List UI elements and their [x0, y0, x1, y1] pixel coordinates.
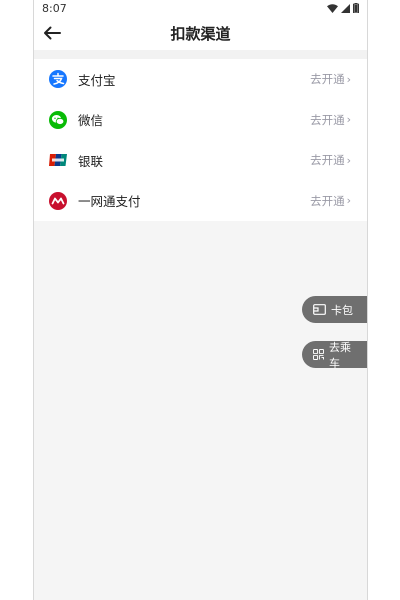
go-ride-button[interactable]: 去乘车: [302, 340, 367, 370]
open-label: 去开通: [310, 193, 345, 208]
chevron-right-icon: ›: [346, 113, 351, 127]
go-ride-label: 去乘车: [329, 340, 352, 370]
channel-label: 微信: [78, 113, 104, 129]
section-gap: [34, 50, 367, 59]
title-bar: 扣款渠道: [34, 16, 367, 50]
status-bar: 8:07: [34, 0, 367, 16]
card-wallet-button[interactable]: 卡包: [302, 296, 367, 323]
channel-row-alipay[interactable]: 支付宝 去开通 ›: [34, 59, 367, 100]
phone-screen: 8:07 扣款渠道 支付宝 去开通 › 微信 去开通 › 银联 去开通 › 一网…: [33, 0, 368, 600]
card-icon: [313, 304, 326, 315]
channel-row-cmb[interactable]: 一网通支付 去开通 ›: [34, 181, 367, 222]
page-title: 扣款渠道: [170, 24, 231, 43]
chevron-right-icon: ›: [346, 153, 351, 167]
channel-open-link[interactable]: 去开通 ›: [310, 193, 351, 209]
chevron-right-icon: ›: [346, 72, 351, 86]
card-wallet-label: 卡包: [331, 303, 353, 317]
channel-list: 支付宝 去开通 › 微信 去开通 › 银联 去开通 › 一网通支付 去开通 ›: [34, 59, 367, 221]
status-icons: [327, 3, 359, 13]
open-label: 去开通: [310, 112, 345, 127]
back-button[interactable]: [40, 21, 64, 45]
alipay-icon: [48, 69, 68, 89]
channel-open-link[interactable]: 去开通 ›: [310, 152, 351, 168]
signal-icon: [341, 3, 350, 13]
open-label: 去开通: [310, 72, 345, 87]
channel-label: 一网通支付: [78, 194, 141, 210]
arrow-left-icon: [44, 26, 61, 40]
wechat-icon: [48, 110, 68, 130]
qr-code-icon: [313, 349, 324, 360]
status-time: 8:07: [42, 1, 67, 15]
channel-row-wechat[interactable]: 微信 去开通 ›: [34, 100, 367, 141]
unionpay-icon: [48, 150, 68, 170]
open-label: 去开通: [310, 153, 345, 168]
channel-open-link[interactable]: 去开通 ›: [310, 71, 351, 87]
channel-row-unionpay[interactable]: 银联 去开通 ›: [34, 140, 367, 181]
channel-label: 银联: [78, 153, 104, 169]
wifi-icon: [327, 3, 338, 13]
chevron-right-icon: ›: [346, 194, 351, 208]
battery-icon: [353, 3, 359, 13]
channel-label: 支付宝: [78, 72, 116, 88]
channel-open-link[interactable]: 去开通 ›: [310, 112, 351, 128]
cmb-icon: [48, 191, 68, 211]
